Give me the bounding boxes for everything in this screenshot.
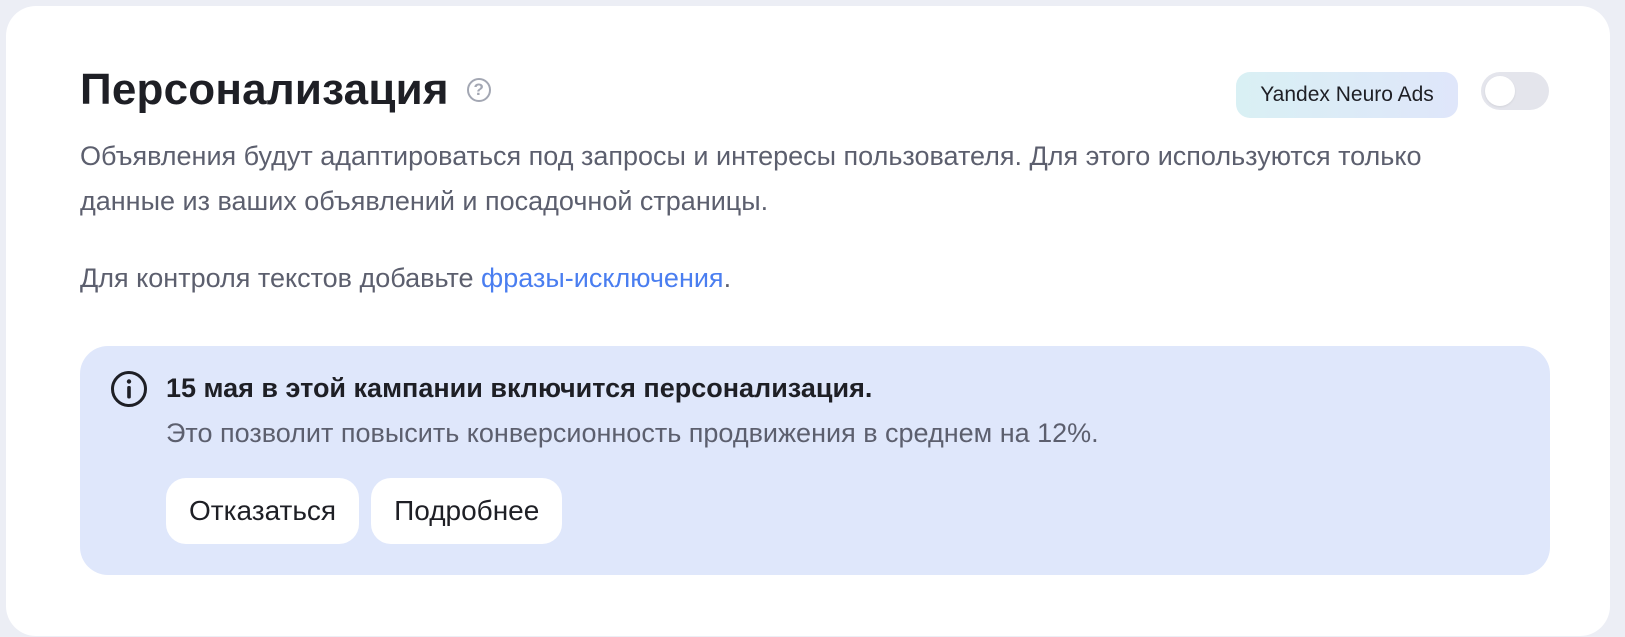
notice-title: 15 мая в этой кампании включится персона… <box>166 373 873 403</box>
exclusions-line: Для контроля текстов добавьте фразы-искл… <box>80 256 731 301</box>
exclusion-phrases-link[interactable]: фразы-исключения <box>481 263 724 293</box>
personalization-card: Персонализация ? Yandex Neuro Ads Объявл… <box>6 6 1610 636</box>
personalization-notice: 15 мая в этой кампании включится персона… <box>80 346 1550 575</box>
title-row: Персонализация ? <box>80 64 491 117</box>
question-circle-icon[interactable]: ? <box>466 78 491 103</box>
toggle-knob <box>1485 76 1515 106</box>
section-title: Персонализация <box>80 65 449 114</box>
learn-more-button[interactable]: Подробнее <box>371 478 563 544</box>
exclusions-suffix: . <box>723 263 732 293</box>
description-text: Объявления будут адаптироваться под запр… <box>80 141 1422 216</box>
notice-text: Это позволит повысить конверсионность пр… <box>166 418 1099 448</box>
decline-button[interactable]: Отказаться <box>166 478 360 544</box>
neuro-ads-toggle[interactable] <box>1481 72 1549 110</box>
notice-buttons: Отказаться Подробнее <box>166 478 563 544</box>
neuro-ads-badge: Yandex Neuro Ads <box>1236 72 1458 118</box>
info-circle-icon <box>111 371 147 407</box>
exclusions-prefix: Для контроля текстов добавьте <box>80 263 482 293</box>
